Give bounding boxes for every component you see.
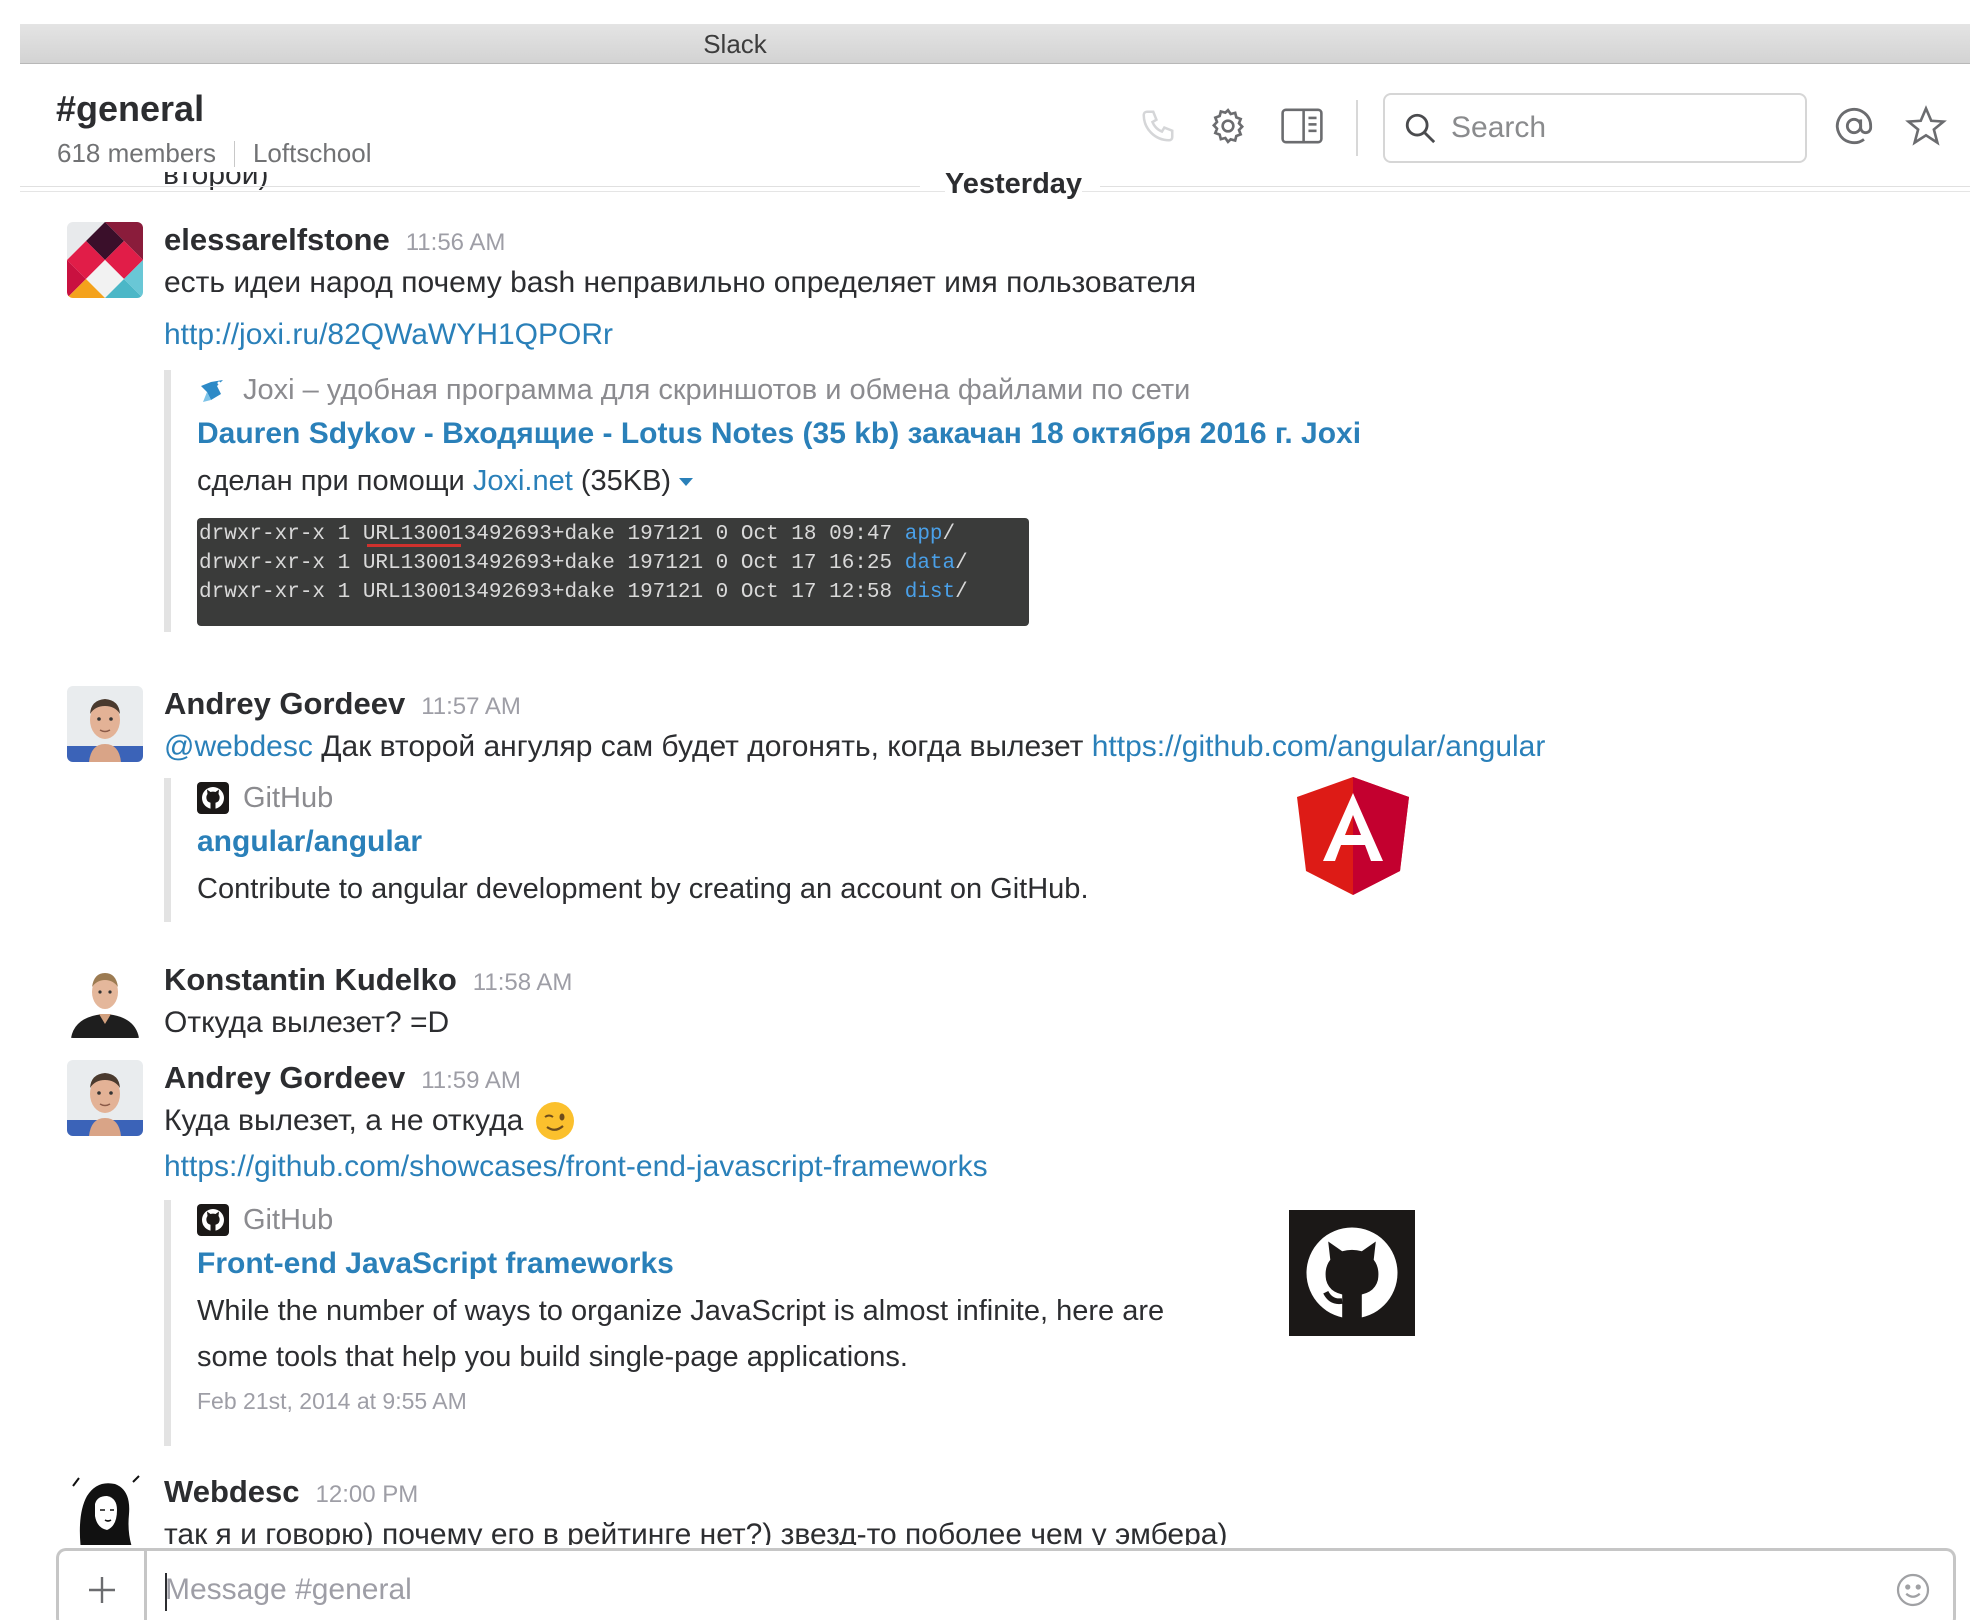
link-preview: GitHub angular/angular Contribute to ang… [164, 778, 1089, 922]
attachment-image[interactable]: drwxr-xr-x 1 URL130013492693+dake 197121… [197, 518, 1029, 626]
phone-icon [1142, 110, 1174, 142]
plus-icon [88, 1576, 115, 1603]
search-box[interactable] [1383, 93, 1807, 163]
star-icon [1905, 105, 1947, 146]
add-attachment-button[interactable] [59, 1551, 147, 1620]
attachment-service: GitHub [243, 1203, 334, 1236]
red-underline-mark [367, 544, 461, 547]
message-author[interactable]: Konstantin Kudelko [164, 962, 457, 998]
starred-items-button[interactable] [1904, 104, 1948, 148]
user-mention[interactable]: @webdesc [164, 730, 313, 763]
attachment-service: Joxi – удобная программа для скриншотов … [243, 373, 1191, 406]
date-divider-label: Yesterday [945, 168, 1083, 201]
message-text: есть идеи народ почему bash неправильно … [164, 266, 1197, 299]
team-name: Loftschool [252, 138, 372, 168]
attachment-title[interactable]: Dauren Sdykov - Входящие - Lotus Notes (… [197, 410, 1361, 458]
gear-icon [1211, 108, 1245, 144]
attachment-text: сделан при помощи Joxi.net (35KB) [197, 458, 1361, 504]
attachment-text-link[interactable]: Joxi.net [473, 465, 573, 497]
attachment-text: While the number of ways to organize Jav… [197, 1295, 1165, 1327]
angular-logo-icon [1297, 777, 1409, 895]
attachment-text: Contribute to angular development by cre… [197, 873, 1089, 905]
window-title: Slack [703, 29, 767, 59]
avatar[interactable] [67, 962, 143, 1038]
message-link[interactable]: http://joxi.ru/82QWaWYH1QPORr [164, 314, 1924, 356]
smiley-icon [1896, 1573, 1930, 1606]
channel-settings-button[interactable] [1206, 104, 1250, 148]
avatar[interactable] [67, 222, 143, 298]
message-author[interactable]: elessarelfstone [164, 222, 390, 258]
message-text: так я и говорю) почему его в рейтинге не… [164, 1518, 1228, 1545]
joxi-bird-icon [201, 380, 223, 402]
text-cursor [165, 1573, 167, 1611]
message-timestamp[interactable]: 11:57 AM [421, 693, 521, 721]
message-input[interactable] [147, 1551, 1873, 1620]
window-titlebar: Slack [20, 24, 1970, 64]
identicon-avatar [67, 222, 143, 298]
user-photo-avatar [67, 1060, 143, 1136]
toggle-sidebar-button[interactable] [1280, 104, 1324, 148]
attachment-service: GitHub [243, 781, 334, 814]
github-icon [197, 1204, 229, 1236]
attachment-title[interactable]: Front-end JavaScript frameworks [197, 1240, 1164, 1288]
message-text: Куда вылезет, а не откуда [164, 1100, 1924, 1142]
channel-meta: 618 members Loftschool [57, 138, 372, 169]
channel-name[interactable]: #general [56, 88, 204, 130]
message-link[interactable]: https://github.com/angular/angular [1092, 730, 1546, 763]
terminal-line: drwxr-xr-x 1 URL130013492693+dake 197121… [199, 581, 968, 604]
message-author[interactable]: Andrey Gordeev [164, 1060, 405, 1096]
sidebar-panel-icon [1281, 108, 1323, 144]
attachment-footer: Feb 21st, 2014 at 9:55 AM [197, 1388, 467, 1414]
attachment-thumbnail[interactable] [1289, 1210, 1415, 1336]
member-count[interactable]: 618 members [57, 138, 216, 169]
message-timestamp[interactable]: 11:59 AM [421, 1067, 521, 1095]
avatar[interactable] [67, 686, 143, 762]
at-sign-icon [1835, 107, 1873, 145]
attachment-title[interactable]: angular/angular [197, 818, 1089, 866]
message-text: @webdesc Дак второй ангуляр сам будет до… [164, 730, 1546, 763]
message-author[interactable]: Webdesc [164, 1474, 300, 1510]
search-icon [1405, 113, 1436, 144]
message-author[interactable]: Andrey Gordeev [164, 686, 405, 722]
call-button[interactable] [1136, 104, 1180, 148]
terminal-line: drwxr-xr-x 1 URL130013492693+dake 197121… [199, 552, 968, 575]
meta-separator [233, 140, 235, 167]
user-photo-avatar [67, 686, 143, 762]
mentions-button[interactable] [1832, 104, 1876, 148]
emoji-picker-button[interactable] [1873, 1551, 1953, 1620]
link-preview: GitHub Front-end JavaScript frameworks W… [164, 1200, 1164, 1446]
user-drawing-avatar [67, 1474, 143, 1545]
message-list[interactable]: elessarelfstone 11:56 AM есть идеи народ… [0, 200, 1970, 1545]
message-timestamp[interactable]: 11:58 AM [473, 969, 573, 997]
header-divider [1356, 100, 1358, 156]
message-timestamp[interactable]: 11:56 AM [406, 229, 506, 257]
wink-emoji-icon[interactable] [535, 1101, 575, 1141]
message-link[interactable]: https://github.com/showcases/front-end-j… [164, 1146, 1924, 1188]
user-photo-avatar [67, 962, 143, 1038]
terminal-line: drwxr-xr-x 1 URL130013492693+dake 197121… [199, 523, 956, 546]
avatar[interactable] [67, 1474, 143, 1545]
avatar[interactable] [67, 1060, 143, 1136]
attachment-thumbnail[interactable] [1296, 776, 1410, 896]
search-input[interactable] [1451, 111, 1791, 145]
message-text: Откуда вылезет? =D [164, 1006, 450, 1039]
attachment-text: some tools that help you build single-pa… [197, 1341, 908, 1373]
message-composer [56, 1548, 1956, 1620]
github-icon [197, 782, 229, 814]
link-preview: Joxi – удобная программа для скриншотов … [164, 370, 1361, 632]
github-octocat-icon [1306, 1227, 1398, 1319]
message-timestamp[interactable]: 12:00 PM [316, 1481, 419, 1509]
caret-down-icon[interactable] [679, 478, 694, 487]
